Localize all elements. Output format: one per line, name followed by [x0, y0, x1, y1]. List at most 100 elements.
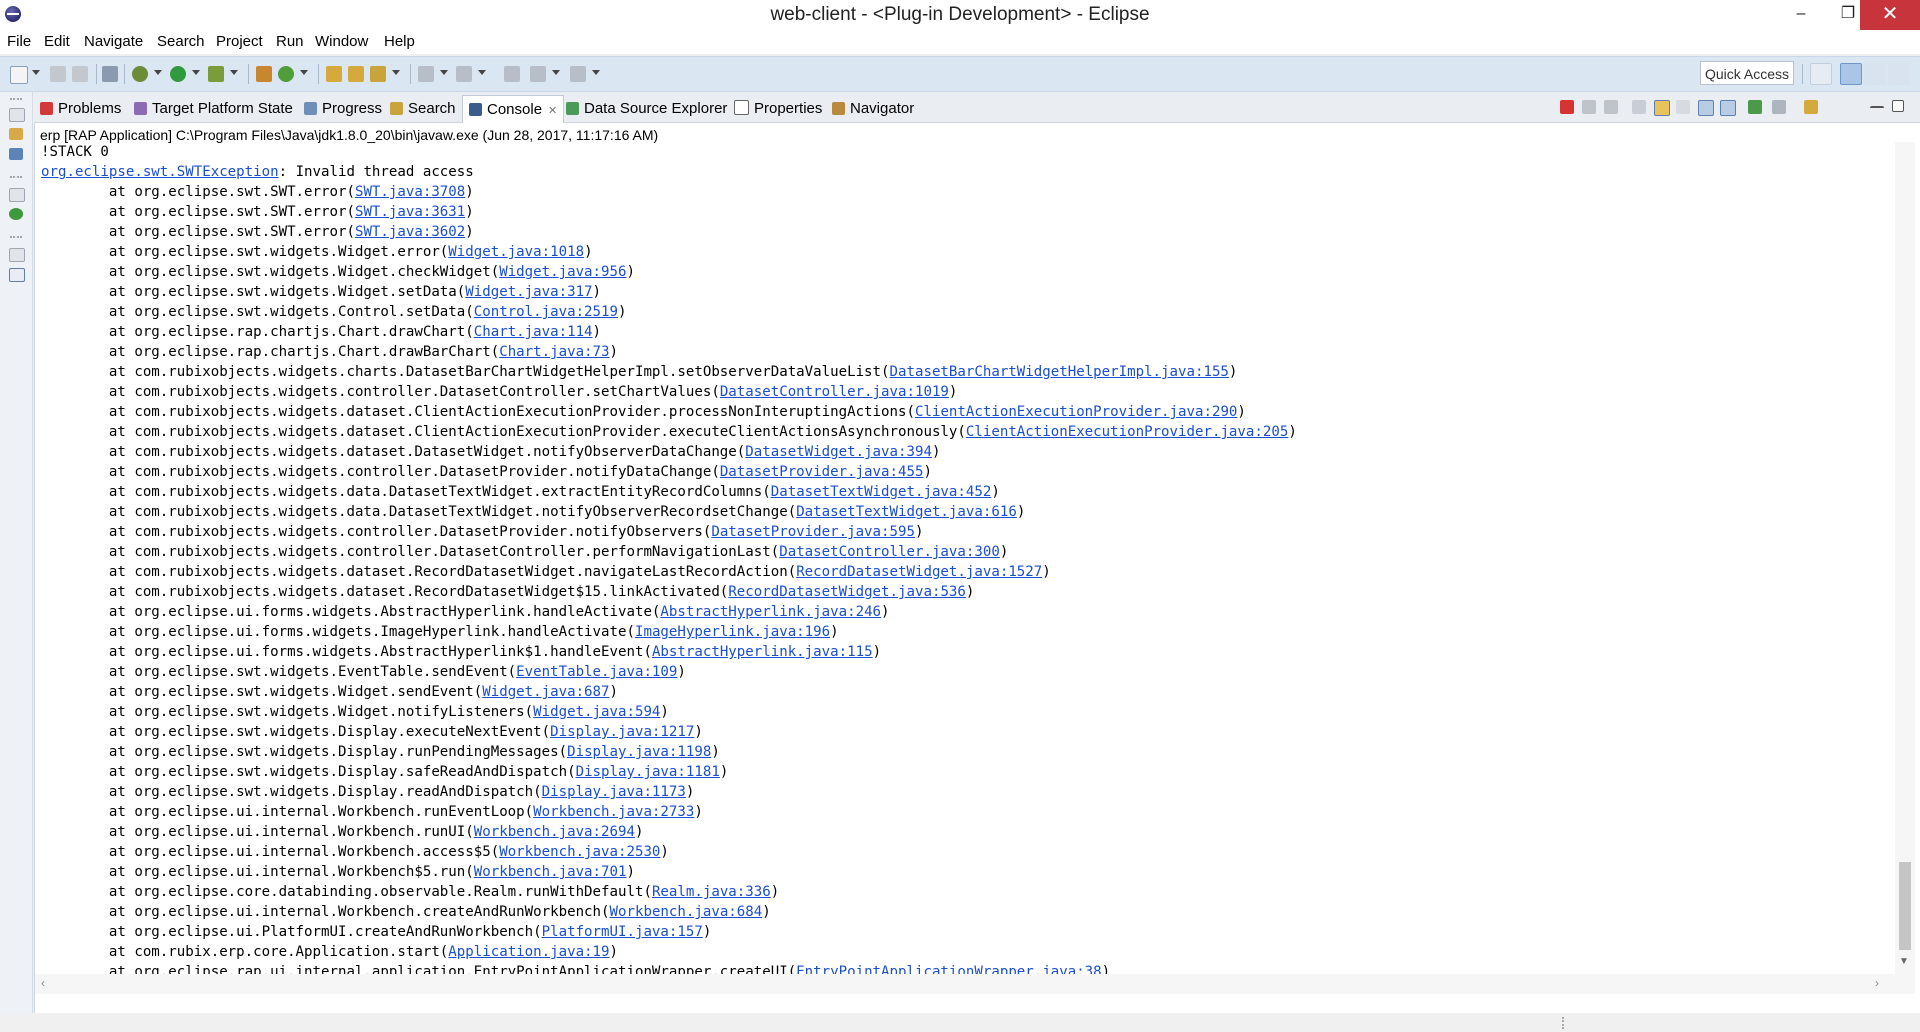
- vertical-scrollbar[interactable]: ▼: [1895, 142, 1915, 974]
- stack-trace-link[interactable]: RecordDatasetWidget.java:536: [728, 584, 966, 600]
- maximize-view-icon[interactable]: [1892, 100, 1904, 112]
- search-dropdown-icon[interactable]: [392, 70, 400, 75]
- last-edit-location-icon[interactable]: [504, 66, 520, 82]
- stack-trace-link[interactable]: EventTable.java:109: [516, 664, 677, 680]
- stack-trace-link[interactable]: Widget.java:956: [499, 264, 626, 280]
- new-dropdown-icon[interactable]: [32, 70, 40, 75]
- stack-trace-link[interactable]: Control.java:2519: [474, 304, 618, 320]
- debug-dropdown-icon[interactable]: [154, 70, 162, 75]
- stack-trace-link[interactable]: DatasetProvider.java:595: [711, 524, 915, 540]
- remove-launch-icon[interactable]: [1582, 100, 1596, 114]
- package-explorer-icon[interactable]: [9, 128, 23, 140]
- restore-icon[interactable]: [9, 248, 25, 262]
- stack-trace-link[interactable]: Workbench.java:701: [474, 864, 627, 880]
- menu-run[interactable]: Run: [276, 33, 304, 50]
- tab-problems[interactable]: Problems: [40, 98, 121, 120]
- stack-trace-link[interactable]: Display.java:1173: [542, 784, 686, 800]
- new-icon[interactable]: [10, 66, 28, 84]
- tab-console[interactable]: Console ✕: [462, 95, 565, 125]
- open-type-icon[interactable]: [326, 66, 342, 82]
- debug-icon[interactable]: [132, 66, 148, 82]
- minimize-view-icon[interactable]: [1870, 106, 1884, 112]
- show-on-stdout-icon[interactable]: [1698, 100, 1714, 116]
- stack-trace-link[interactable]: Chart.java:114: [474, 324, 593, 340]
- stack-trace-link[interactable]: DatasetTextWidget.java:452: [771, 484, 992, 500]
- forward-dropdown-icon[interactable]: [592, 70, 600, 75]
- external-tools-icon[interactable]: [208, 66, 224, 82]
- menu-window[interactable]: Window: [315, 33, 368, 50]
- stack-trace-link[interactable]: AbstractHyperlink.java:115: [652, 644, 873, 660]
- save-icon[interactable]: [50, 66, 66, 82]
- stack-trace-link[interactable]: ClientActionExecutionProvider.java:290: [915, 404, 1237, 420]
- debug-perspective-icon[interactable]: [1864, 63, 1886, 85]
- menu-edit[interactable]: Edit: [44, 33, 70, 50]
- stack-trace-link[interactable]: Workbench.java:684: [610, 904, 763, 920]
- forward-icon[interactable]: [570, 66, 586, 82]
- stack-trace-link[interactable]: Display.java:1217: [550, 724, 694, 740]
- menu-project[interactable]: Project: [216, 33, 263, 50]
- stack-trace-link[interactable]: DatasetBarChartWidgetHelperImpl.java:155: [890, 364, 1229, 380]
- open-task-icon[interactable]: [348, 66, 364, 82]
- minimize-button[interactable]: –: [1778, 0, 1824, 30]
- stack-trace-link[interactable]: Chart.java:73: [499, 344, 609, 360]
- scroll-down-icon[interactable]: ▼: [1899, 956, 1909, 967]
- outline-icon[interactable]: [9, 208, 23, 220]
- menu-navigate[interactable]: Navigate: [84, 33, 143, 50]
- stack-trace-link[interactable]: org.eclipse.swt.SWTException: [41, 164, 279, 180]
- open-console-icon[interactable]: [1804, 100, 1818, 114]
- plugins-icon[interactable]: [9, 148, 23, 160]
- stack-trace-link[interactable]: ClientActionExecutionProvider.java:205: [966, 424, 1288, 440]
- search-tool-icon[interactable]: [370, 66, 386, 82]
- external-tools-dropdown-icon[interactable]: [230, 70, 238, 75]
- display-selected-console-icon[interactable]: [1772, 100, 1786, 114]
- stack-trace-link[interactable]: Display.java:1198: [567, 744, 711, 760]
- scrollbar-thumb[interactable]: [1899, 862, 1911, 950]
- menu-search[interactable]: Search: [157, 33, 205, 50]
- menu-file[interactable]: File: [7, 33, 31, 50]
- java-perspective-icon[interactable]: [1888, 63, 1910, 85]
- restore-icon[interactable]: [9, 108, 25, 122]
- stack-trace-link[interactable]: Display.java:1181: [576, 764, 720, 780]
- save-all-icon[interactable]: [72, 66, 88, 82]
- back-icon[interactable]: [530, 66, 546, 82]
- run-icon[interactable]: [170, 66, 186, 82]
- stack-trace-link[interactable]: PlatformUI.java:157: [542, 924, 703, 940]
- stack-trace-link[interactable]: DatasetController.java:1019: [720, 384, 949, 400]
- new-class-dropdown-icon[interactable]: [300, 70, 308, 75]
- stack-trace-link[interactable]: RecordDatasetWidget.java:1527: [796, 564, 1042, 580]
- stack-trace-link[interactable]: Widget.java:317: [465, 284, 592, 300]
- word-wrap-icon[interactable]: [1676, 100, 1690, 114]
- tab-navigator[interactable]: Navigator: [832, 98, 914, 120]
- annotation-next-icon[interactable]: [418, 66, 434, 82]
- annotation-next-dropdown-icon[interactable]: [440, 70, 448, 75]
- stack-trace-link[interactable]: Realm.java:336: [652, 884, 771, 900]
- scroll-lock-icon[interactable]: [1654, 100, 1670, 116]
- pin-console-icon[interactable]: [1748, 100, 1762, 114]
- stack-trace-link[interactable]: AbstractHyperlink.java:246: [660, 604, 881, 620]
- stack-trace-link[interactable]: Workbench.java:2530: [499, 844, 660, 860]
- new-java-class-icon[interactable]: [278, 66, 294, 82]
- remove-all-terminated-icon[interactable]: [1604, 100, 1618, 114]
- back-dropdown-icon[interactable]: [552, 70, 560, 75]
- stack-trace-link[interactable]: Widget.java:594: [533, 704, 660, 720]
- tab-properties[interactable]: Properties: [734, 98, 822, 120]
- stack-trace-link[interactable]: DatasetTextWidget.java:616: [796, 504, 1017, 520]
- quick-access-field[interactable]: Quick Access: [1700, 61, 1794, 85]
- stack-trace-link[interactable]: DatasetProvider.java:455: [720, 464, 924, 480]
- stack-trace-link[interactable]: Workbench.java:2733: [533, 804, 694, 820]
- scroll-right-icon[interactable]: ›: [1875, 976, 1879, 990]
- restore-icon[interactable]: [9, 188, 25, 202]
- stack-trace-link[interactable]: Workbench.java:2694: [474, 824, 635, 840]
- stack-trace-link[interactable]: EntryPointApplicationWrapper.java:38: [796, 964, 1101, 974]
- console-output[interactable]: !STACK 0 org.eclipse.swt.SWTException: In…: [41, 142, 1891, 974]
- terminate-icon[interactable]: [1560, 100, 1574, 114]
- menu-help[interactable]: Help: [384, 33, 415, 50]
- new-plugin-icon[interactable]: [256, 66, 272, 82]
- horizontal-scrollbar[interactable]: ‹ ›: [35, 974, 1915, 994]
- stack-trace-link[interactable]: Application.java:19: [448, 944, 609, 960]
- open-perspective-icon[interactable]: [1810, 63, 1832, 85]
- stack-trace-link[interactable]: SWT.java:3708: [355, 184, 465, 200]
- skip-breakpoints-icon[interactable]: [102, 66, 118, 82]
- clear-console-icon[interactable]: [1632, 100, 1646, 114]
- close-tab-icon[interactable]: ✕: [548, 98, 557, 125]
